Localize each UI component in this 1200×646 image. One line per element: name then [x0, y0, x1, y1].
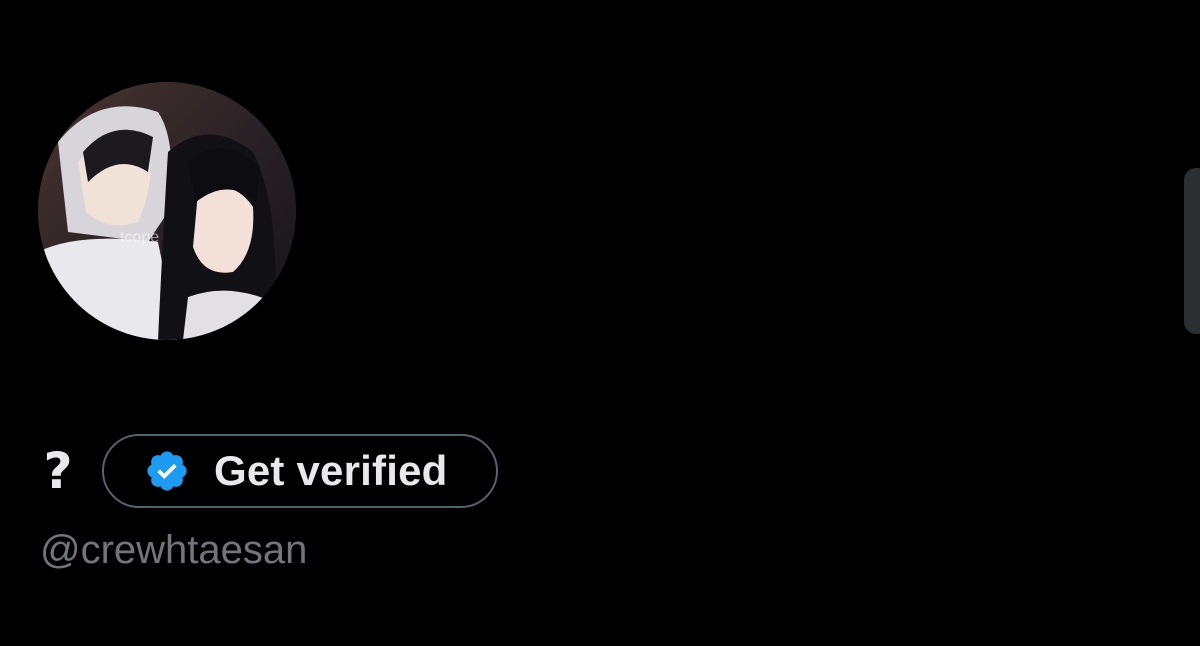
verified-badge-icon [144, 448, 190, 494]
scroll-handle[interactable] [1184, 168, 1200, 334]
profile-avatar[interactable]: tcope [38, 82, 296, 340]
get-verified-label: Get verified [214, 447, 448, 494]
username-handle: @crewhtaesan [40, 528, 308, 572]
avatar-watermark: tcope [120, 229, 159, 246]
get-verified-button[interactable]: Get verified [102, 434, 498, 508]
name-row: ? Get verified [38, 432, 498, 510]
display-name: ? [43, 442, 73, 500]
